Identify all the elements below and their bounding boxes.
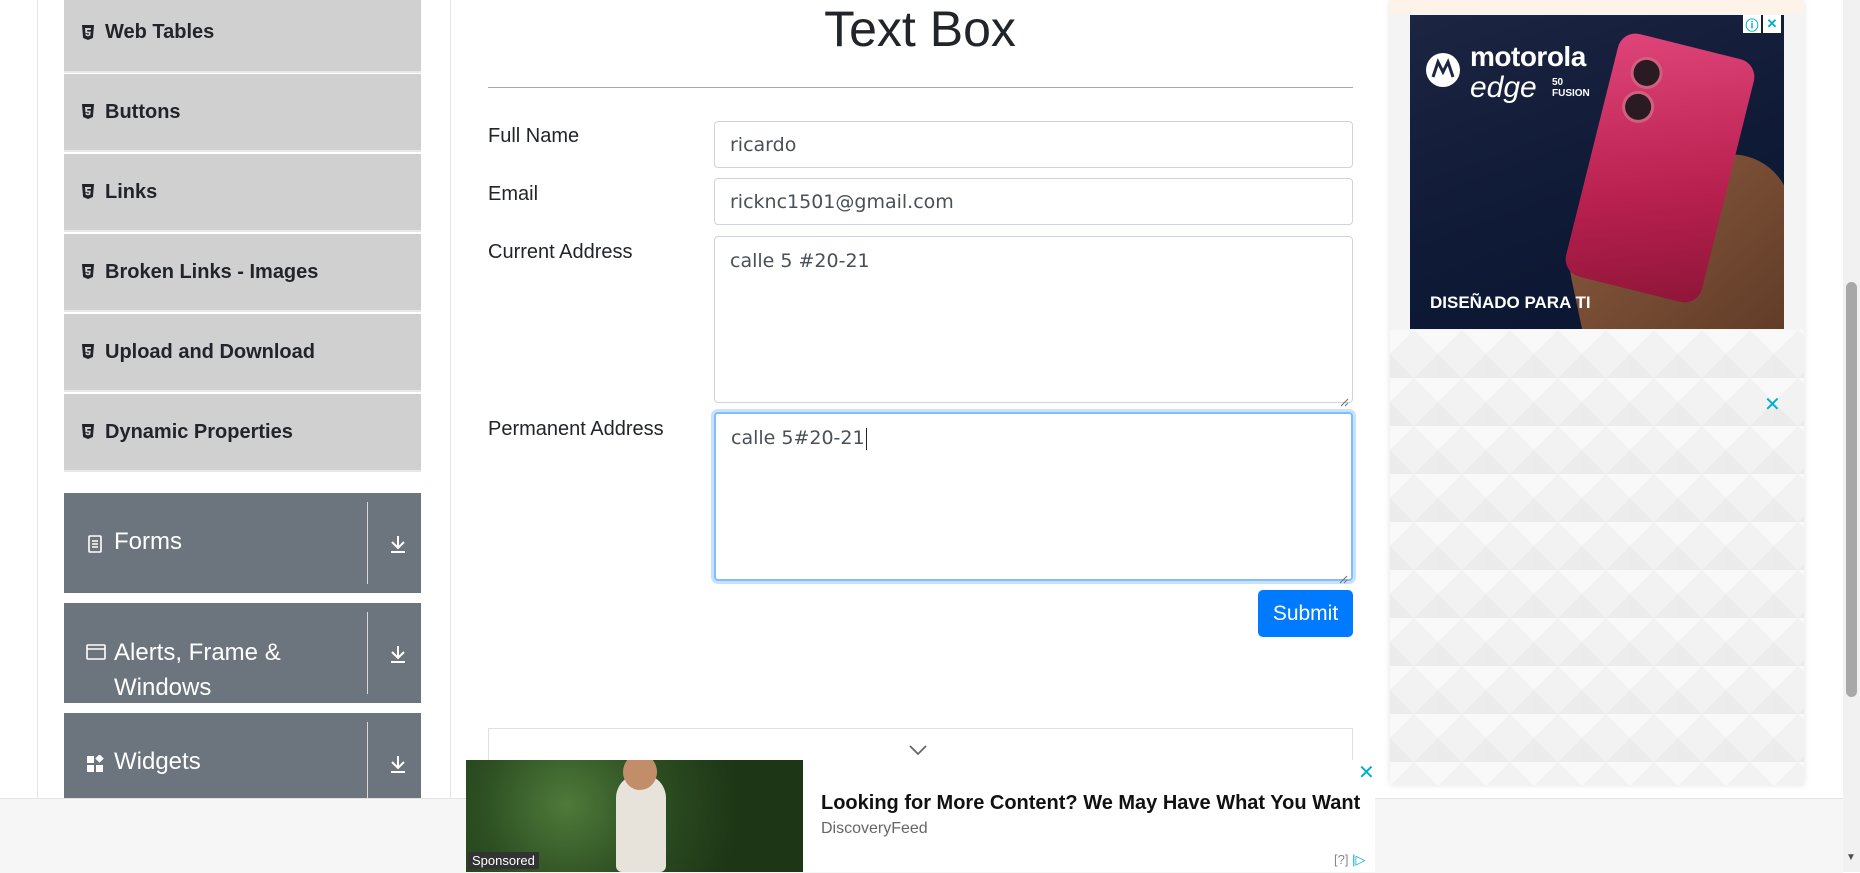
sidebar-item-links[interactable]: Links <box>64 154 421 232</box>
group-label: Forms <box>114 528 182 555</box>
close-icon[interactable]: ✕ <box>1764 392 1781 417</box>
permanent-address-textarea[interactable]: calle 5#20-21 <box>714 412 1353 584</box>
html5-icon <box>81 424 95 440</box>
sidebar-item-label: Broken Links - Images <box>105 260 319 283</box>
sidebar-item-buttons[interactable]: Buttons <box>64 74 421 152</box>
ad-choices: ⓘ ✕ <box>1743 15 1781 33</box>
title-divider <box>488 87 1353 88</box>
info-icon[interactable]: ⓘ <box>1743 15 1761 33</box>
sidebar-item-label: Upload and Download <box>105 340 315 363</box>
sidebar-item-label: Buttons <box>105 100 181 123</box>
camera-lens <box>1627 53 1666 93</box>
download-arrow-icon[interactable] <box>387 753 409 775</box>
close-icon[interactable]: ✕ <box>1763 15 1781 33</box>
camera-lens <box>1618 87 1658 127</box>
sidebar-item-label: Links <box>105 180 158 203</box>
main-border <box>450 0 451 800</box>
sidebar-item-broken-links[interactable]: Broken Links - Images <box>64 234 421 312</box>
ad-model-sub: 50 FUSION <box>1552 77 1590 99</box>
ad-model: edge <box>1470 71 1537 104</box>
ad-model-sub-line1: 50 <box>1552 77 1564 88</box>
sidebar-item-dynamic-properties[interactable]: Dynamic Properties <box>64 394 421 472</box>
email-input[interactable]: ricknc1501@gmail.com <box>714 178 1353 225</box>
sponsored-image: Sponsored <box>466 760 803 872</box>
html5-icon <box>81 24 95 41</box>
email-label: Email <box>488 183 539 205</box>
group-divider <box>367 722 368 799</box>
ad-tagline: DISEÑADO PARA TI <box>1430 293 1591 312</box>
group-label-line2: Windows <box>114 674 212 701</box>
sponsored-source: DiscoveryFeed <box>821 820 928 837</box>
group-label-line1: Alerts, Frame & <box>114 639 281 666</box>
sponsored-ad[interactable]: Sponsored Looking for More Content? We M… <box>466 760 1375 872</box>
group-divider <box>367 612 368 694</box>
sidebar-item-web-tables[interactable]: Web Tables <box>64 0 421 73</box>
text-caret <box>865 427 867 450</box>
scroll-down-arrow-icon[interactable]: ▼ <box>1846 852 1856 863</box>
sidebar-item-label: Web Tables <box>105 21 215 43</box>
current-address-label: Current Address <box>488 241 633 263</box>
group-divider <box>367 502 368 584</box>
sidebar-item-label: Dynamic Properties <box>105 420 293 443</box>
ad-info-link[interactable]: [?] |▷ <box>1334 852 1365 868</box>
sponsored-headline[interactable]: Looking for More Content? We May Have Wh… <box>821 792 1360 815</box>
group-alerts-frame-windows[interactable]: Alerts, Frame & Windows <box>64 603 421 703</box>
ad-top-strip <box>1390 0 1804 14</box>
sidebar-border <box>37 0 38 800</box>
group-forms[interactable]: Forms <box>64 493 421 593</box>
current-address-value: calle 5 #20-21 <box>730 250 870 272</box>
html5-icon <box>81 344 95 360</box>
page-title: Text Box <box>824 1 1016 57</box>
current-address-textarea[interactable]: calle 5 #20-21 <box>714 236 1353 407</box>
html5-icon <box>81 104 95 120</box>
html5-icon <box>81 264 95 280</box>
scrollbar-thumb[interactable] <box>1846 282 1857 697</box>
chevron-down-icon[interactable] <box>906 742 930 758</box>
ad-info-text: [?] <box>1334 852 1349 867</box>
motorola-ad[interactable]: motorola edge 50 FUSION DISEÑADO PARA TI <box>1410 15 1784 329</box>
resize-handle[interactable] <box>1339 389 1349 407</box>
email-value: ricknc1501@gmail.com <box>730 191 954 213</box>
download-arrow-icon[interactable] <box>387 643 409 665</box>
group-label: Widgets <box>114 748 201 775</box>
full-name-value: ricardo <box>730 134 797 156</box>
group-widgets[interactable]: Widgets <box>64 713 421 799</box>
sidebar-item-upload-download[interactable]: Upload and Download <box>64 314 421 392</box>
permanent-address-label: Permanent Address <box>488 418 664 440</box>
ad-brand: motorola <box>1470 41 1586 72</box>
submit-button[interactable]: Submit <box>1258 590 1353 637</box>
widgets-icon <box>86 754 104 773</box>
permanent-address-value: calle 5#20-21 <box>731 427 865 449</box>
html5-icon <box>81 184 95 200</box>
full-name-input[interactable]: ricardo <box>714 121 1353 168</box>
full-name-label: Full Name <box>488 125 580 147</box>
close-icon[interactable]: ✕ <box>1358 760 1375 785</box>
motorola-logo-icon <box>1426 53 1460 87</box>
ad-pattern-background <box>1390 330 1804 785</box>
adchoices-icon: |▷ <box>1352 852 1366 867</box>
sponsored-label: Sponsored <box>468 852 539 869</box>
window-icon <box>86 643 106 661</box>
document-icon <box>86 535 104 553</box>
download-arrow-icon[interactable] <box>387 533 409 555</box>
resize-handle[interactable] <box>1338 566 1348 584</box>
ad-model-sub-line2: FUSION <box>1552 88 1590 99</box>
